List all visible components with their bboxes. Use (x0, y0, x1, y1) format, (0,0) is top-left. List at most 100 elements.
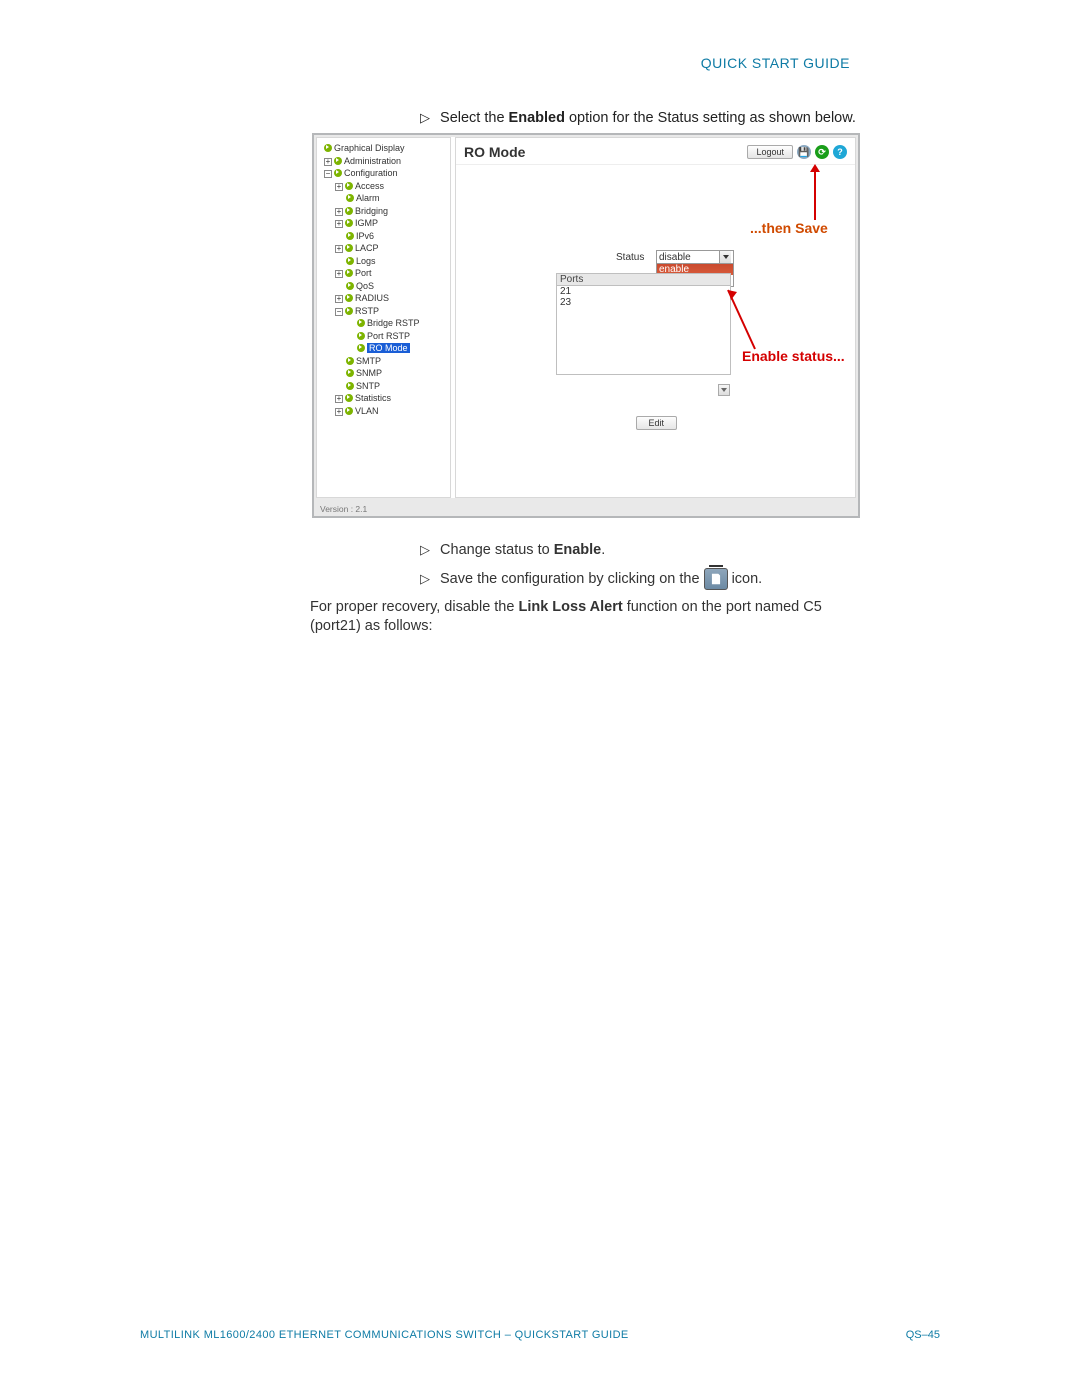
expand-icon[interactable]: + (335, 208, 343, 216)
collapse-icon[interactable]: − (324, 170, 332, 178)
arrow-icon (345, 394, 353, 402)
instr3-pre: Save the configuration by clicking on th… (440, 571, 700, 587)
footer-left: MULTILINK ML1600/2400 ETHERNET COMMUNICA… (140, 1329, 629, 1341)
save-icon[interactable]: 💾 (797, 145, 811, 159)
tree-label: Access (355, 181, 384, 191)
refresh-icon[interactable]: ⟳ (815, 145, 829, 159)
tree-igmp[interactable]: +IGMP (324, 217, 448, 230)
instruction-2: ▷ Change status to Enable. (420, 542, 605, 558)
version-text: Version : 2.1 (320, 504, 367, 514)
tree-rstp[interactable]: − RSTP (324, 305, 448, 318)
arrow-icon (346, 357, 354, 365)
tree-qos[interactable]: QoS (324, 280, 448, 293)
table-row (557, 319, 730, 330)
tree-port[interactable]: + Port (324, 267, 448, 280)
table-row[interactable]: 21 (557, 286, 730, 297)
arrow-icon (345, 244, 353, 252)
help-icon[interactable]: ? (833, 145, 847, 159)
tree-logs[interactable]: Logs (324, 255, 448, 268)
collapse-icon[interactable]: − (335, 308, 343, 316)
instr1-pre: Select the (440, 110, 509, 126)
tree-lacp[interactable]: + LACP (324, 242, 448, 255)
tree-graphical-display[interactable]: Graphical Display (324, 142, 448, 155)
triangle-bullet-icon: ▷ (420, 542, 430, 558)
expand-icon[interactable]: + (335, 220, 343, 228)
paragraph: For proper recovery, disable the Link Lo… (310, 598, 870, 636)
chevron-down-icon[interactable] (719, 251, 731, 263)
tree-smtp[interactable]: SMTP (324, 355, 448, 368)
annotation-arrow-save (814, 170, 816, 220)
save-icon (704, 568, 728, 590)
tree-label: SNTP (356, 381, 380, 391)
tree-label: RADIUS (355, 293, 389, 303)
tree-alarm[interactable]: Alarm (324, 192, 448, 205)
expand-icon[interactable]: + (335, 183, 343, 191)
para-pre: For proper recovery, disable the (310, 599, 518, 615)
expand-icon[interactable]: + (335, 270, 343, 278)
annotation-arrow-enable (725, 286, 760, 351)
logout-button[interactable]: Logout (747, 145, 793, 159)
arrow-icon (357, 344, 365, 352)
tree-label: LACP (355, 243, 379, 253)
tree-access[interactable]: + Access (324, 180, 448, 193)
arrow-icon (345, 407, 353, 415)
tree-label: Alarm (356, 193, 380, 203)
tree-ro-mode[interactable]: RO Mode (324, 342, 448, 355)
tree-bridge-rstp[interactable]: Bridge RSTP (324, 317, 448, 330)
tree-label: Logs (356, 256, 376, 266)
arrow-icon (345, 182, 353, 190)
table-row (557, 363, 730, 374)
tree-snmp[interactable]: SNMP (324, 367, 448, 380)
tree-label: QoS (356, 281, 374, 291)
arrow-icon (345, 219, 353, 227)
arrow-icon (346, 282, 354, 290)
annotation-save-label: ...then Save (750, 220, 828, 236)
tree-label: Graphical Display (334, 143, 405, 153)
tree-statistics[interactable]: + Statistics (324, 392, 448, 405)
arrow-icon (345, 307, 353, 315)
triangle-bullet-icon: ▷ (420, 571, 430, 587)
tree-label: Statistics (355, 393, 391, 403)
content-header: RO Mode Logout 💾 ⟳ ? (456, 138, 855, 165)
tree-ipv6[interactable]: IPv6 (324, 230, 448, 243)
arrow-icon (345, 207, 353, 215)
tree-bridging[interactable]: +Bridging (324, 205, 448, 218)
dropdown-value[interactable]: disable (656, 250, 734, 264)
table-row (557, 308, 730, 319)
edit-button[interactable]: Edit (636, 416, 678, 430)
tree-label: Bridge RSTP (367, 318, 420, 328)
scroll-down-icon[interactable] (718, 384, 730, 396)
arrow-icon (346, 257, 354, 265)
instr1-post: option for the Status setting as shown b… (565, 110, 856, 126)
tree-port-rstp[interactable]: Port RSTP (324, 330, 448, 343)
tree-label: VLAN (355, 406, 379, 416)
tree-label: Port (355, 268, 372, 278)
screenshot-inner: Graphical Display + Administration −Confi… (316, 137, 856, 498)
expand-icon[interactable]: + (335, 295, 343, 303)
arrow-icon (334, 169, 342, 177)
tree-vlan[interactable]: + VLAN (324, 405, 448, 418)
arrow-icon (346, 232, 354, 240)
tree-label: IPv6 (356, 231, 374, 241)
ports-table: Ports 21 23 (556, 273, 731, 375)
ports-header: Ports (557, 274, 730, 286)
tree-label: SNMP (356, 368, 382, 378)
expand-icon[interactable]: + (335, 408, 343, 416)
tree-configuration[interactable]: −Configuration (324, 167, 448, 180)
tree-label: Administration (344, 156, 401, 166)
panel-title: RO Mode (464, 144, 525, 160)
table-row[interactable]: 23 (557, 297, 730, 308)
expand-icon[interactable]: + (335, 245, 343, 253)
instr3-post: icon. (732, 571, 763, 587)
table-row (557, 330, 730, 341)
expand-icon[interactable]: + (335, 395, 343, 403)
arrow-icon (345, 294, 353, 302)
instr2-pre: Change status to (440, 542, 554, 558)
tree-radius[interactable]: + RADIUS (324, 292, 448, 305)
expand-icon[interactable]: + (324, 158, 332, 166)
tree-sntp[interactable]: SNTP (324, 380, 448, 393)
tree-label: RSTP (355, 306, 379, 316)
instr2-post: . (601, 542, 605, 558)
table-row (557, 352, 730, 363)
tree-administration[interactable]: + Administration (324, 155, 448, 168)
